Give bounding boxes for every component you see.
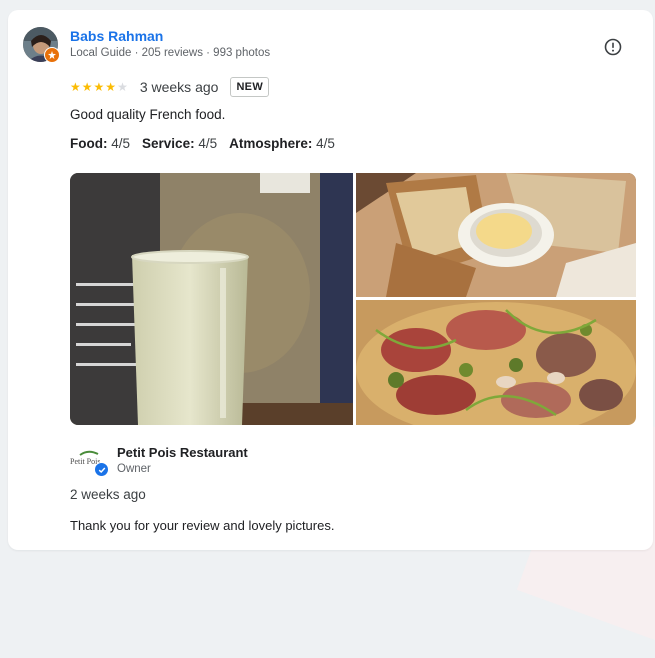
star-icon: ★ xyxy=(105,80,117,94)
review-text: Good quality French food. xyxy=(70,107,226,122)
report-icon xyxy=(604,38,622,56)
reviewer-name[interactable]: Babs Rahman xyxy=(70,28,163,44)
verified-check-icon xyxy=(94,462,109,477)
photo-bread-butter[interactable] xyxy=(356,173,636,297)
review-photos xyxy=(70,173,636,425)
subrating-food: Food: 4/5 xyxy=(70,136,131,151)
new-badge: NEW xyxy=(230,77,270,97)
star-rating: ★ ★ ★ ★ ★ xyxy=(70,81,128,93)
subrating-atmosphere: Atmosphere: 4/5 xyxy=(229,136,335,151)
subratings: Food: 4/5 Service: 4/5 Atmosphere: 4/5 xyxy=(70,136,335,151)
star-icon: ★ xyxy=(81,80,93,94)
owner-name: Petit Pois Restaurant xyxy=(117,445,248,460)
report-button[interactable] xyxy=(603,37,623,57)
star-icon: ★ xyxy=(117,80,128,94)
review-date: 3 weeks ago xyxy=(139,79,219,95)
photo-sparkling-wine[interactable] xyxy=(70,173,353,425)
star-icon: ★ xyxy=(93,80,105,94)
star-icon: ★ xyxy=(70,80,81,94)
reviewer-meta: Local Guide · 205 reviews · 993 photos xyxy=(70,47,271,59)
owner-response-date: 2 weeks ago xyxy=(70,487,146,502)
local-guide-badge-icon xyxy=(44,47,60,63)
owner-response-text: Thank you for your review and lovely pic… xyxy=(70,518,335,533)
subrating-service: Service: 4/5 xyxy=(142,136,218,151)
photo-charcuterie[interactable] xyxy=(356,300,636,425)
owner-role: Owner xyxy=(117,463,151,475)
rating-row: ★ ★ ★ ★ ★ 3 weeks ago NEW xyxy=(70,76,270,98)
